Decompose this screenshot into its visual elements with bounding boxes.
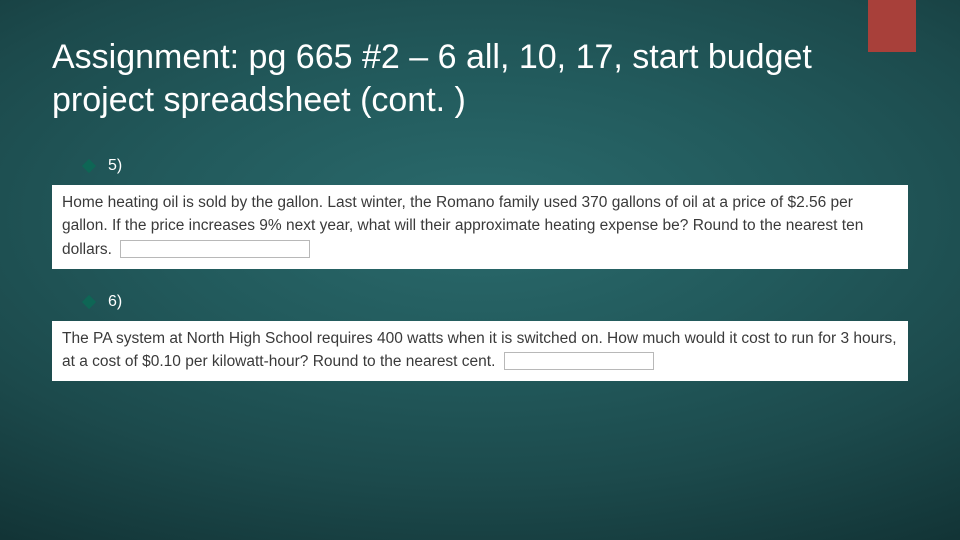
question-card-5: Home heating oil is sold by the gallon. … [52, 185, 908, 269]
diamond-bullet-icon [82, 295, 96, 309]
bullet-label-5: 5) [108, 157, 122, 175]
answer-blank-5[interactable] [120, 240, 310, 258]
bullet-item-6: 6) [84, 293, 908, 311]
bullet-label-6: 6) [108, 293, 122, 311]
question-text-6: The PA system at North High School requi… [62, 330, 897, 370]
diamond-bullet-icon [82, 159, 96, 173]
question-card-6: The PA system at North High School requi… [52, 321, 908, 382]
bullet-item-5: 5) [84, 157, 908, 175]
page-title: Assignment: pg 665 #2 – 6 all, 10, 17, s… [52, 36, 812, 121]
answer-blank-6[interactable] [504, 352, 654, 370]
slide-container: Assignment: pg 665 #2 – 6 all, 10, 17, s… [0, 0, 960, 540]
